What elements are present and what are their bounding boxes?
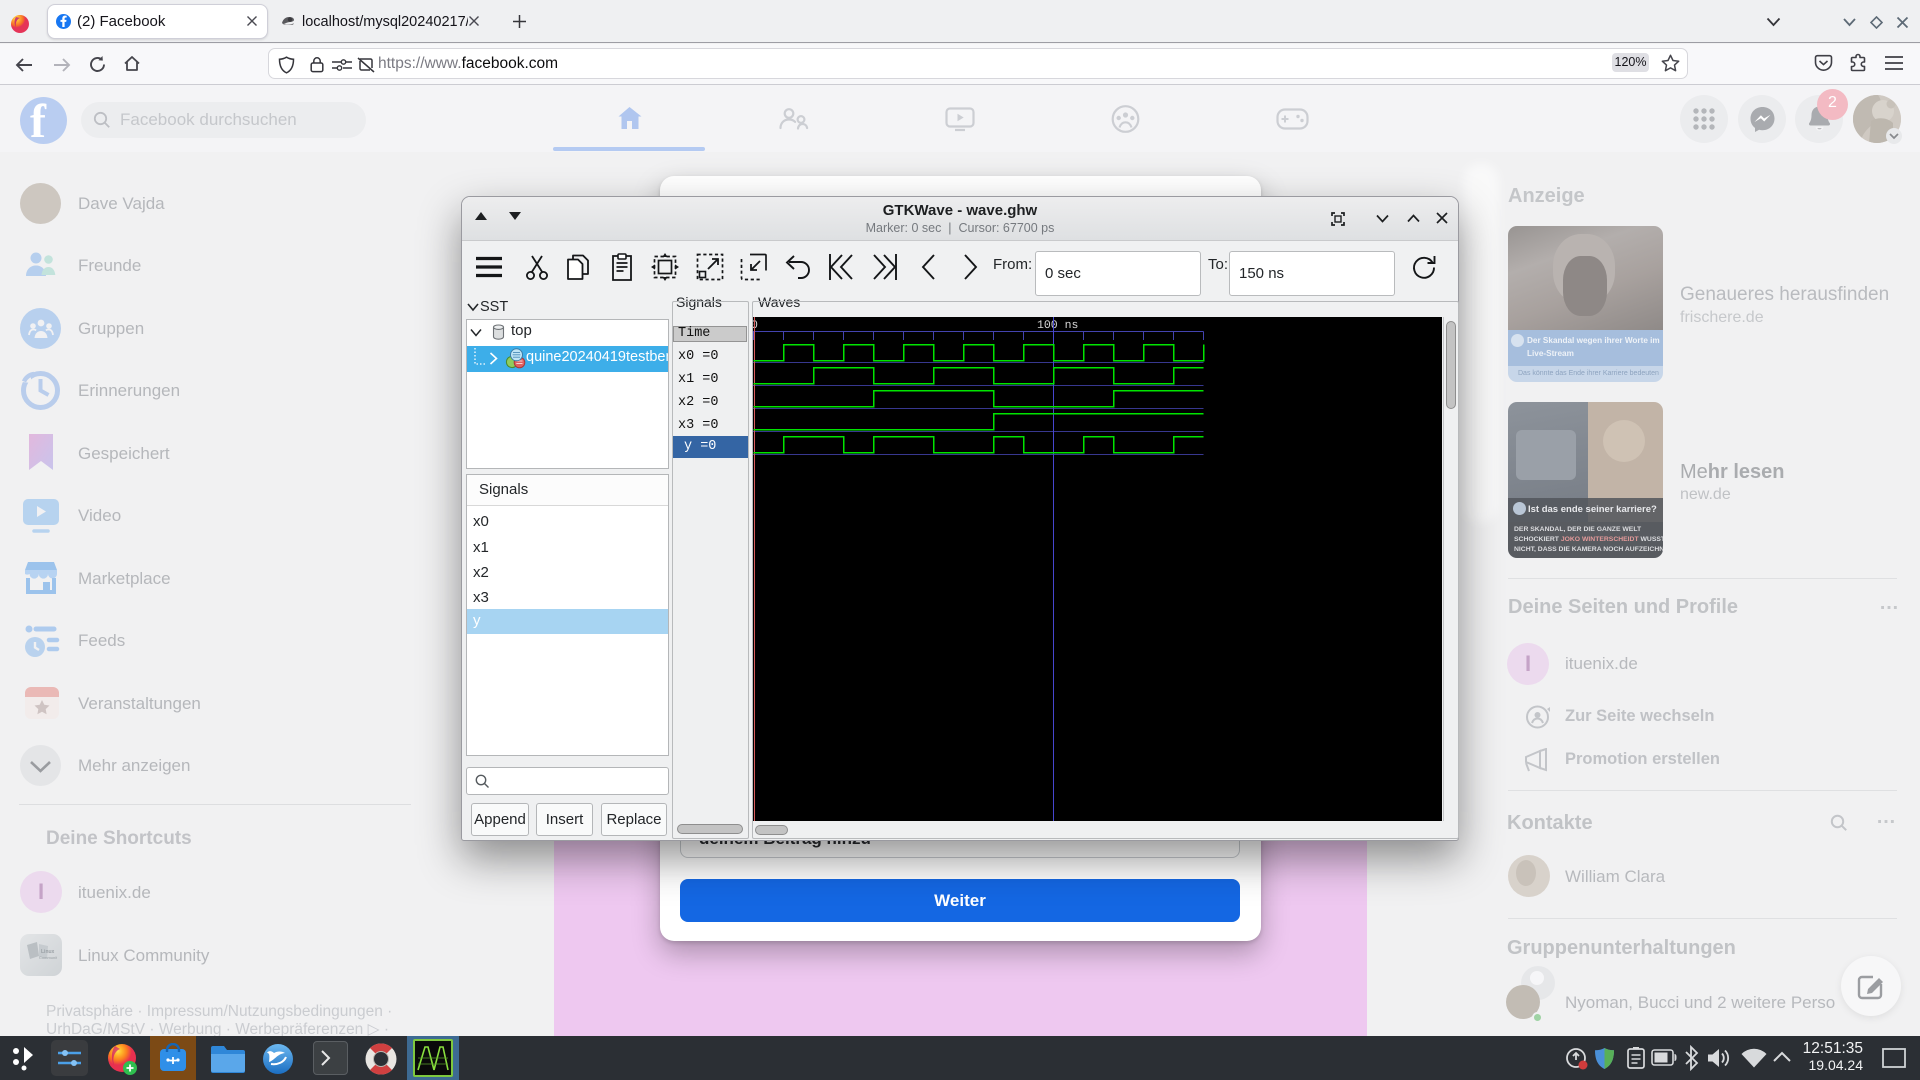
svg-text:0: 0 [753, 319, 758, 332]
svg-text:100 ns: 100 ns [1037, 319, 1078, 332]
svg-text:Community: Community [39, 955, 57, 960]
